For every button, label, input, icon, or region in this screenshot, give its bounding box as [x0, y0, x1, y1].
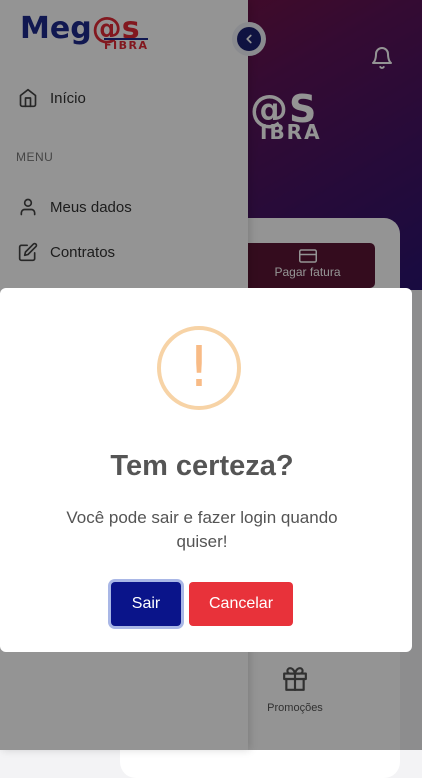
logout-confirm-button[interactable]: Sair	[111, 582, 181, 626]
cancel-button[interactable]: Cancelar	[189, 582, 293, 626]
dialog-message: Você pode sair e fazer login quando quis…	[66, 508, 338, 551]
dialog-title: Tem certeza?	[110, 450, 294, 482]
confirm-logout-dialog: ! Tem certeza? Você pode sair e fazer lo…	[0, 288, 412, 652]
warning-icon: !	[157, 326, 241, 410]
warning-icon-glyph: !	[187, 335, 211, 400]
